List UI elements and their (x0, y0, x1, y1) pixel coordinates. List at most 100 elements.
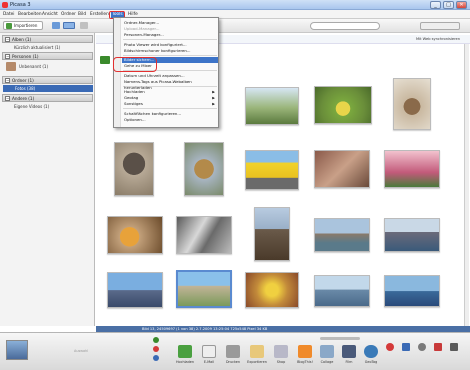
people-icon[interactable] (418, 343, 426, 351)
people-group-header[interactable]: − Personen (1) (2, 52, 93, 60)
photo-thumbnail[interactable] (314, 150, 370, 188)
export-icon[interactable] (250, 345, 264, 358)
view-thumb-icon[interactable] (80, 22, 88, 29)
import-button[interactable]: Importieren (3, 21, 43, 30)
menu-separator (123, 55, 217, 56)
photo-thumbnail[interactable] (314, 275, 370, 307)
photo-thumbnail[interactable] (184, 142, 224, 196)
tools-menu-item-label: Datum und Uhrzeit anpassen... (124, 73, 185, 78)
import-label: Importieren (14, 23, 38, 28)
menu-ordner[interactable]: Ordner (61, 11, 76, 18)
tools-menu-item-label: Personen-Manager... (124, 32, 164, 37)
tray-clear-icon[interactable] (153, 346, 159, 352)
export-label: Exportieren (247, 360, 267, 364)
photo-thumbnail[interactable] (107, 216, 163, 254)
tools-menu-item[interactable]: Sonstiges ▶ (122, 101, 218, 107)
print-label: Drucken (225, 360, 241, 364)
collapse-icon[interactable]: − (5, 54, 10, 59)
photo-thumbnail[interactable] (384, 218, 440, 252)
person-avatar[interactable] (6, 62, 16, 71)
zoom-slider[interactable] (320, 337, 360, 340)
close-button[interactable]: ✕ (456, 1, 467, 9)
tray-add-icon[interactable] (153, 355, 159, 361)
tools-menu-item[interactable]: Bildschirmschoner konfigurieren... (122, 48, 218, 54)
blogthis-icon[interactable] (298, 345, 312, 358)
grid-scrollbar[interactable] (464, 44, 469, 326)
toolbar: Importieren (0, 19, 470, 33)
import-icon (6, 23, 12, 29)
search-input[interactable] (310, 22, 380, 30)
photo-thumbnail[interactable] (107, 272, 163, 308)
menu-ansicht[interactable]: Ansicht (42, 11, 58, 18)
photo-thumbnail-selected[interactable] (176, 270, 232, 308)
photo-tray: Auswahl Hochladen E-Mail Drucken Exporti… (0, 332, 470, 370)
menu-bearbeiten[interactable]: Bearbeiten (18, 11, 42, 18)
window-title: Picasa 3 (10, 2, 31, 8)
photo-thumbnail[interactable] (314, 218, 370, 252)
photo-thumbnail[interactable] (245, 87, 299, 125)
albums-group-header[interactable]: − Alben (1) (2, 35, 93, 43)
menu-bild[interactable]: Bild (78, 11, 86, 18)
photo-thumbnail[interactable] (384, 150, 440, 188)
shop-label: Shop (276, 360, 286, 364)
tray-hint: Auswahl (74, 349, 89, 353)
menu-separator (123, 39, 217, 40)
menu-icon-column (114, 18, 121, 127)
view-grid-icon[interactable] (63, 22, 75, 29)
shop-icon[interactable] (274, 345, 288, 358)
geotag-label: GeoTag (364, 360, 378, 364)
submenu-arrow-icon: ▶ (212, 102, 215, 106)
view-list-icon[interactable] (52, 22, 60, 29)
tools-menu-item-label: Schaltflächen konfigurieren... (124, 111, 182, 116)
upload-icon[interactable] (178, 345, 192, 358)
sync-label[interactable]: Mit Web synchronisieren (416, 37, 460, 41)
folder-eigene-videos[interactable]: Eigene Videos (1) (14, 104, 49, 109)
email-label: E-Mail (203, 360, 215, 364)
tools-menu: Ordner-Manager... Upload-Manager... Person… (113, 17, 219, 128)
backup-highlight-annotation (113, 57, 157, 72)
menu-bar: Datei Bearbeiten Ansicht Ordner Bild Ers… (0, 10, 470, 27)
tools-menu-item[interactable]: Personen-Manager... (122, 32, 218, 38)
photo-thumbnail[interactable] (176, 216, 232, 254)
photo-thumbnail[interactable] (314, 86, 372, 124)
tools-menu-item-label: Optionen... (124, 117, 146, 122)
tools-menu-item-label: Bildschirmschoner konfigurieren... (124, 48, 191, 53)
tools-menu-item[interactable]: Optionen... (122, 117, 218, 123)
tools-menu-item[interactable]: Namens-Tags aus Picasa-Webalben herunter… (122, 79, 218, 90)
filter-buttons[interactable] (420, 22, 460, 30)
album-recent[interactable]: Kürzlich aktualisiert (1) (14, 45, 60, 50)
map-pin-icon[interactable] (434, 343, 442, 351)
collage-icon[interactable] (320, 345, 334, 358)
menu-datei[interactable]: Datei (3, 11, 14, 18)
collapse-icon[interactable]: − (5, 78, 10, 83)
folder-fotos-selected[interactable]: Fotos (38) (3, 85, 93, 92)
tray-thumbnail[interactable] (6, 340, 28, 360)
email-icon[interactable] (202, 345, 216, 358)
photo-thumbnail[interactable] (245, 150, 299, 190)
geotag-icon[interactable] (364, 345, 378, 358)
info-icon[interactable] (450, 343, 458, 351)
maximize-button[interactable]: □ (443, 1, 454, 9)
tag-icon[interactable] (402, 343, 410, 351)
star-icon[interactable] (386, 343, 394, 351)
menu-separator (123, 108, 217, 109)
print-icon[interactable] (226, 345, 240, 358)
photo-thumbnail[interactable] (245, 272, 299, 308)
collapse-icon[interactable]: − (5, 37, 10, 42)
photo-thumbnail[interactable] (254, 207, 290, 261)
photo-thumbnail[interactable] (393, 78, 431, 130)
person-unnamed[interactable]: Unbenannt (1) (19, 64, 48, 69)
collapse-icon[interactable]: − (5, 96, 10, 101)
other-group-header[interactable]: − Andere (1) (2, 94, 93, 102)
minimize-button[interactable]: _ (430, 1, 441, 9)
folders-group-header[interactable]: − Ordner (1) (2, 76, 93, 84)
play-slideshow-icon[interactable] (100, 56, 110, 64)
photo-thumbnail[interactable] (114, 142, 154, 196)
blogthis-label: BlogThis! (297, 360, 313, 364)
tray-hold-icon[interactable] (153, 337, 159, 343)
photo-thumbnail[interactable] (384, 275, 440, 307)
movie-icon[interactable] (342, 345, 356, 358)
upload-label: Hochladen (175, 360, 195, 364)
menu-erstellen[interactable]: Erstellen (90, 11, 109, 18)
tools-menu-item-label: Photo Viewer wird konfiguriert... (124, 42, 187, 47)
